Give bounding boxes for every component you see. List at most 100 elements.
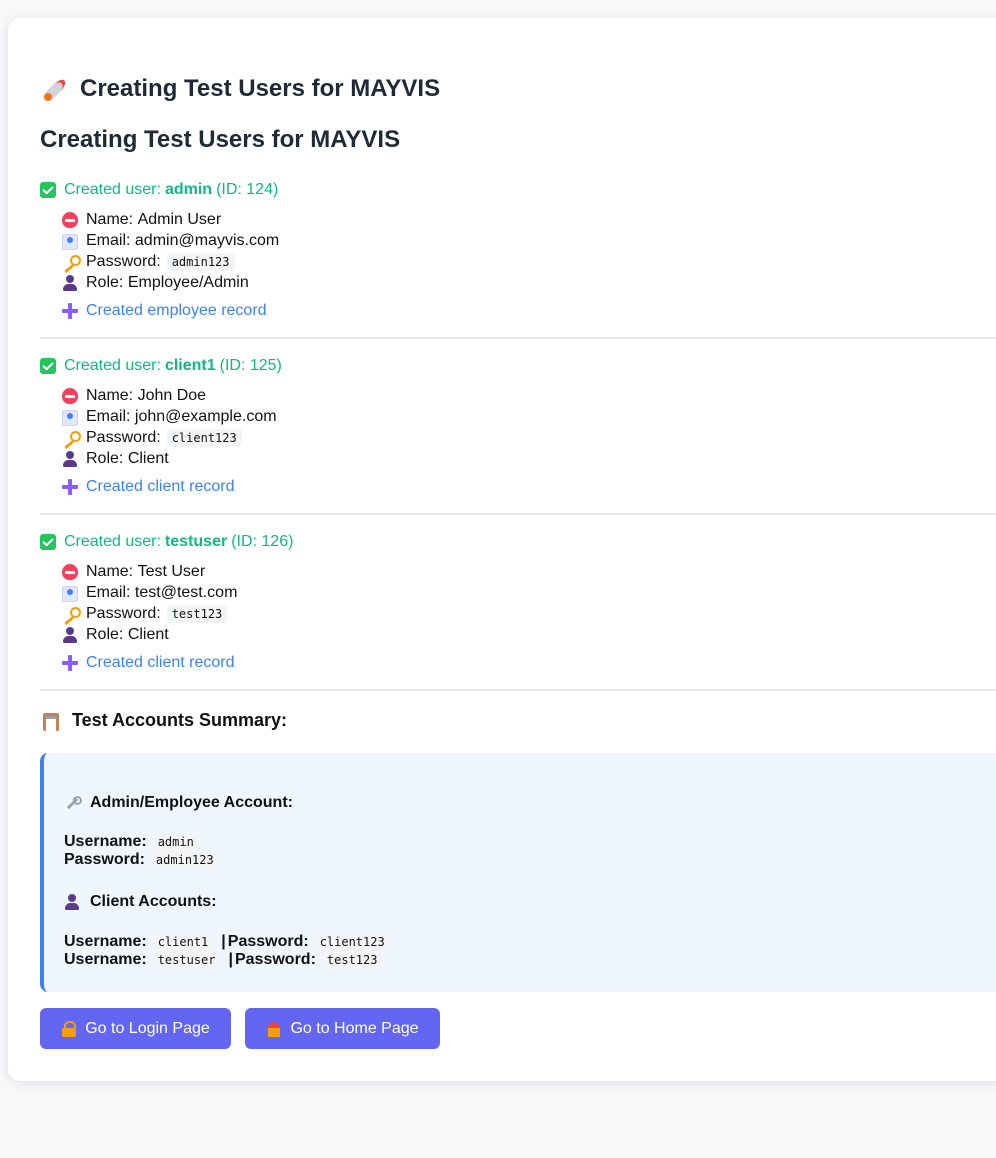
separator: | <box>221 933 226 950</box>
email-row: Email: test@test.com <box>62 582 996 603</box>
created-username: admin <box>164 181 213 198</box>
client-heading: Client Accounts: <box>64 893 217 911</box>
created-id: (ID: 126) <box>231 533 294 550</box>
name-row: Name: Admin User <box>62 209 996 230</box>
created-line: Created user: testuser (ID: 126) <box>40 532 996 552</box>
go-to-home-label: Go to Home Page <box>290 1019 419 1037</box>
client-password-value: test123 <box>321 951 383 969</box>
record-text: Created employee record <box>86 302 267 319</box>
plus-icon <box>62 303 78 319</box>
password-value: test123 <box>166 604 228 623</box>
divider <box>40 513 996 515</box>
role-value: Client <box>127 449 169 467</box>
created-line: Created user: admin (ID: 124) <box>40 180 996 200</box>
client-line: Username: testuser | Password: test123 <box>64 951 386 969</box>
record-text: Created client record <box>86 478 235 495</box>
email-label: Email: <box>86 583 131 601</box>
role-row: Role: Client <box>62 448 996 469</box>
client-username-label: Username: <box>64 951 147 968</box>
name-row: Name: Test User <box>62 561 996 582</box>
password-label: Password: <box>86 428 161 446</box>
created-prefix: Created user: <box>64 533 161 550</box>
name-badge-icon <box>62 563 78 580</box>
created-prefix: Created user: <box>64 357 161 374</box>
email-label: Email: <box>86 407 131 425</box>
page-subtitle: Creating Test Users for MAYVIS <box>40 126 401 153</box>
name-label: Name: <box>86 562 134 580</box>
house-icon <box>266 1020 283 1037</box>
role-label: Role: <box>86 273 124 291</box>
rocket-icon <box>42 75 70 103</box>
wrench-icon <box>64 795 82 811</box>
summary-box: Admin/Employee Account: Username: admin … <box>40 753 996 992</box>
admin-password-value: admin123 <box>150 851 219 869</box>
check-icon <box>40 534 56 550</box>
client-line: Username: client1 | Password: client123 <box>64 933 394 951</box>
created-id: (ID: 124) <box>216 181 279 198</box>
role-row: Role: Client <box>62 624 996 645</box>
person-icon <box>64 894 80 910</box>
record-line: Created employee record <box>62 301 996 321</box>
email-icon <box>62 585 78 602</box>
clipboard-icon <box>42 711 60 731</box>
client-username-value: client1 <box>152 933 214 951</box>
name-label: Name: <box>86 210 134 228</box>
email-icon <box>62 409 78 426</box>
password-value: client123 <box>166 428 242 447</box>
go-to-login-label: Go to Login Page <box>85 1019 210 1037</box>
password-row: Password: test123 <box>62 603 996 624</box>
name-value: Admin User <box>137 210 222 228</box>
email-icon <box>62 233 78 250</box>
key-icon <box>62 254 81 270</box>
go-to-login-button[interactable]: Go to Login Page <box>40 1008 231 1049</box>
email-row: Email: john@example.com <box>62 406 996 427</box>
admin-password-label: Password: <box>64 851 145 868</box>
client-heading-text: Client Accounts: <box>90 893 217 910</box>
name-badge-icon <box>62 211 78 228</box>
password-value: admin123 <box>166 252 235 271</box>
password-label: Password: <box>86 604 161 622</box>
summary-title-text: Test Accounts Summary: <box>72 710 288 730</box>
page-title-text: Creating Test Users for MAYVIS <box>80 75 441 102</box>
user-block-admin: Created user: admin (ID: 124) Name: Admi… <box>40 180 996 321</box>
summary-title: Test Accounts Summary: <box>42 710 287 731</box>
record-line: Created client record <box>62 653 996 673</box>
admin-username-value: admin <box>152 833 199 851</box>
go-to-home-button[interactable]: Go to Home Page <box>245 1008 440 1049</box>
role-row: Role: Employee/Admin <box>62 272 996 293</box>
password-row: Password: admin123 <box>62 251 996 272</box>
email-value: test@test.com <box>134 583 238 601</box>
person-icon <box>62 450 78 467</box>
plus-icon <box>62 655 78 671</box>
name-badge-icon <box>62 387 78 404</box>
page-title: Creating Test Users for MAYVIS <box>42 75 440 103</box>
name-value: John Doe <box>137 386 207 404</box>
email-value: admin@mayvis.com <box>134 231 280 249</box>
admin-password-line: Password: admin123 <box>64 851 223 869</box>
admin-username-label: Username: <box>64 833 147 850</box>
lock-icon <box>61 1020 77 1037</box>
record-line: Created client record <box>62 477 996 497</box>
admin-heading: Admin/Employee Account: <box>64 794 293 812</box>
divider <box>40 337 996 339</box>
check-icon <box>40 182 56 198</box>
client-password-label: Password: <box>227 933 309 950</box>
created-username: testuser <box>164 533 228 550</box>
client-username-value: testuser <box>152 951 221 969</box>
name-value: Test User <box>137 562 206 580</box>
admin-username-line: Username: admin <box>64 833 203 851</box>
client-password-label: Password: <box>234 951 316 968</box>
client-password-value: client123 <box>314 933 390 951</box>
name-row: Name: John Doe <box>62 385 996 406</box>
key-icon <box>62 430 81 446</box>
email-value: john@example.com <box>134 407 277 425</box>
role-label: Role: <box>86 625 124 643</box>
divider <box>40 689 996 691</box>
role-label: Role: <box>86 449 124 467</box>
email-label: Email: <box>86 231 131 249</box>
created-id: (ID: 125) <box>219 357 282 374</box>
key-icon <box>62 606 81 622</box>
main-card: Creating Test Users for MAYVIS Creating … <box>8 18 996 1081</box>
admin-heading-text: Admin/Employee Account: <box>90 794 293 811</box>
user-block-client1: Created user: client1 (ID: 125) Name: Jo… <box>40 356 996 497</box>
